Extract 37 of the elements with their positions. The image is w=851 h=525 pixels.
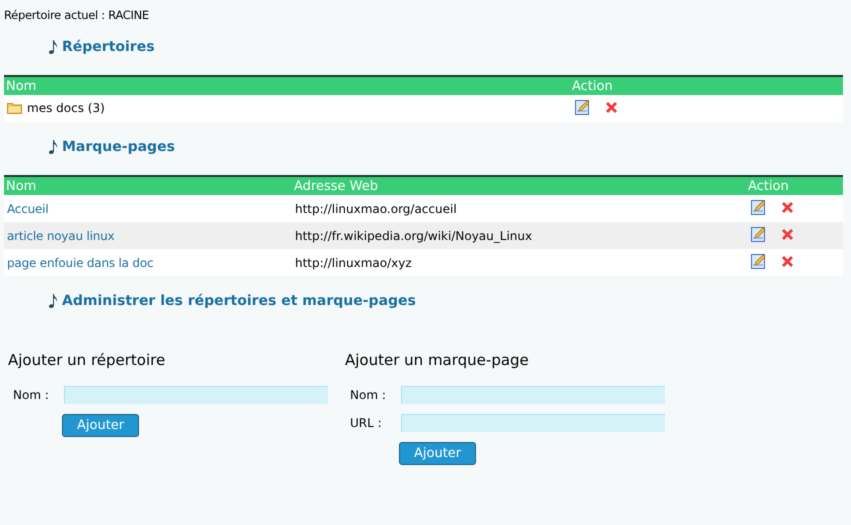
folder-name[interactable]: mes docs (3) (27, 100, 105, 114)
field-label: Nom : (349, 388, 387, 402)
edit-icon[interactable] (575, 100, 590, 114)
input-field[interactable] (401, 414, 665, 432)
section-title: Répertoires (62, 39, 155, 55)
column-header: Nom (4, 176, 292, 195)
section-title: Administrer les répertoires et marque-pages (62, 293, 416, 309)
bookmark-url: http://fr.wikipedia.org/wiki/Noyau_Linux (295, 228, 532, 242)
column-header: Adresse Web (292, 176, 746, 195)
edit-icon[interactable] (751, 226, 766, 242)
section-title: Marque-pages (62, 139, 175, 155)
bookmark-url: http://linuxmao/xyz (295, 256, 412, 270)
delete-icon[interactable] (781, 228, 794, 240)
bookmark-url: http://linuxmao.org/accueil (295, 202, 457, 216)
music-note-icon (48, 39, 58, 55)
folder-icon (7, 102, 22, 114)
delete-icon[interactable] (781, 254, 794, 268)
column-header: Nom (4, 76, 570, 95)
music-note-icon (48, 293, 58, 309)
delete-icon[interactable] (605, 100, 618, 114)
field-label: Nom : (12, 388, 50, 402)
field-label: URL : (349, 416, 383, 430)
edit-icon[interactable] (751, 254, 766, 268)
current-directory-label: Répertoire actuel : RACINE (3, 7, 150, 22)
bookmark-link[interactable]: article noyau linux (7, 228, 114, 242)
column-header: Action (746, 176, 843, 195)
music-note-icon (48, 139, 58, 155)
bookmark-link[interactable]: Accueil (7, 202, 48, 216)
column-header: Action (570, 76, 843, 95)
add-button[interactable]: Ajouter (62, 414, 140, 437)
edit-icon[interactable] (751, 200, 766, 214)
form-title: Ajouter un répertoire (8, 351, 166, 369)
form-title: Ajouter un marque-page (345, 351, 530, 369)
input-field[interactable] (64, 386, 328, 404)
delete-icon[interactable] (781, 200, 794, 214)
input-field[interactable] (401, 386, 665, 404)
add-button[interactable]: Ajouter (399, 442, 476, 465)
